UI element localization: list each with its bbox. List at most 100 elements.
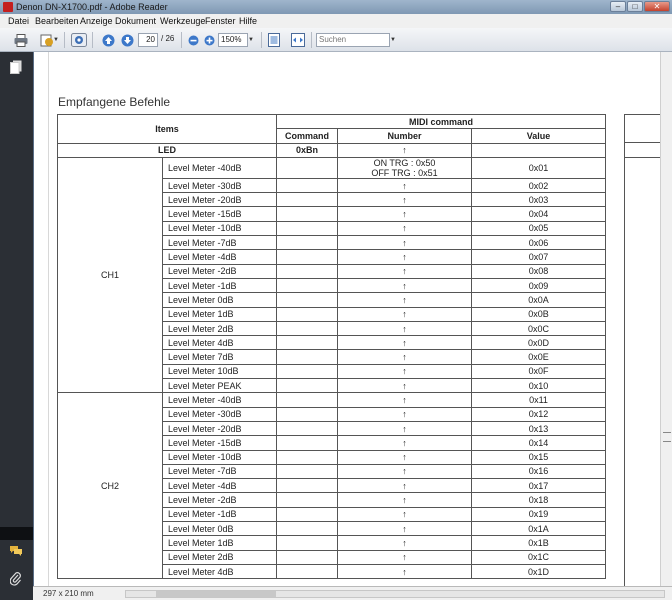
value-cell: 0x1A — [471, 521, 606, 537]
value-cell: 0x01 — [471, 156, 606, 179]
item-cell: Level Meter -1dB — [162, 277, 277, 294]
comments-icon[interactable] — [9, 545, 23, 559]
item-cell: Level Meter 7dB — [162, 349, 277, 365]
menu-werkzeuge[interactable]: Werkzeuge — [160, 16, 205, 26]
number-cell: ↑ — [337, 478, 472, 494]
collaborate-icon[interactable] — [70, 32, 88, 48]
item-cell: Level Meter -30dB — [162, 177, 277, 194]
number-cell: ↑ — [337, 363, 472, 380]
horizontal-scrollbar[interactable] — [125, 590, 665, 598]
table-row: CH1 Level Meter -40dB ON TRG : 0x50 OFF TRG… — [57, 156, 606, 394]
led-label: LED — [57, 142, 277, 158]
number-cell: ↑ — [337, 192, 472, 208]
next-page-table-edge — [624, 114, 660, 586]
number-cell: ↑ — [337, 378, 472, 394]
page-margin-line — [48, 52, 49, 586]
item-cell: Level Meter 2dB — [162, 320, 277, 337]
command-cell — [276, 235, 338, 251]
document-viewport[interactable]: Empfangene Befehle Items MIDI command Co… — [33, 52, 660, 586]
command-cell — [276, 521, 338, 537]
item-cell: Level Meter -4dB — [162, 249, 277, 265]
value-cell: 0x1D — [471, 563, 606, 580]
command-cell — [276, 435, 338, 451]
zoom-dropdown-icon[interactable]: ▼ — [247, 32, 255, 48]
command-cell — [276, 563, 338, 580]
value-cell: 0x04 — [471, 206, 606, 222]
menu-hilfe[interactable]: Hilfe — [239, 16, 257, 26]
command-cell — [276, 335, 338, 351]
channel-group-label: CH1 — [57, 156, 163, 394]
toolbar-separator — [181, 32, 182, 48]
value-cell: 0x07 — [471, 249, 606, 265]
menu-bearbeiten[interactable]: Bearbeiten — [35, 16, 79, 26]
command-cell — [276, 378, 338, 394]
fit-width-icon[interactable] — [289, 32, 307, 48]
led-row: LED 0xBn ↑ — [57, 142, 606, 158]
value-cell: 0x18 — [471, 492, 606, 508]
navigation-pane — [0, 52, 33, 600]
item-cell: Level Meter -1dB — [162, 506, 277, 523]
command-cell — [276, 249, 338, 265]
value-cell: 0x09 — [471, 277, 606, 294]
menu-datei[interactable]: Datei — [8, 16, 29, 26]
close-button[interactable]: ✕ — [644, 1, 670, 12]
value-cell: 0x15 — [471, 449, 606, 465]
header-command: Command — [276, 128, 338, 144]
page-total: / 26 — [161, 34, 175, 43]
attachments-icon[interactable] — [9, 572, 23, 586]
number-cell: ↑ — [337, 306, 472, 322]
export-dropdown-icon[interactable]: ▼ — [52, 32, 60, 48]
value-cell: 0x06 — [471, 235, 606, 251]
item-cell: Level Meter 4dB — [162, 563, 277, 580]
command-cell — [276, 420, 338, 437]
value-cell: 0x02 — [471, 177, 606, 194]
command-cell — [276, 506, 338, 523]
item-cell: Level Meter PEAK — [162, 378, 277, 394]
command-cell — [276, 192, 338, 208]
window-controls: – □ ✕ — [610, 1, 670, 12]
number-cell: ↑ — [337, 420, 472, 437]
toolbar: ▼ 20 / 26 150% ▼ Suchen ▼ — [0, 28, 672, 52]
horizontal-scroll-thumb[interactable] — [156, 591, 276, 597]
value-cell: 0x10 — [471, 378, 606, 394]
command-cell — [276, 220, 338, 237]
vertical-scrollbar[interactable] — [660, 52, 672, 586]
value-cell: 0x08 — [471, 263, 606, 279]
next-page-icon[interactable] — [118, 32, 136, 48]
scroll-splitter-grip[interactable] — [663, 432, 671, 442]
number-cell: ↑ — [337, 406, 472, 422]
print-icon[interactable] — [12, 32, 30, 48]
minimize-button[interactable]: – — [610, 1, 626, 12]
number-cell: ON TRG : 0x50 OFF TRG : 0x51 — [337, 156, 472, 179]
page-heading: Empfangene Befehle — [58, 95, 171, 109]
value-cell: 0x13 — [471, 420, 606, 437]
item-cell: Level Meter 4dB — [162, 335, 277, 351]
page-number-input[interactable]: 20 — [138, 33, 158, 47]
command-cell — [276, 463, 338, 480]
zoom-level-input[interactable]: 150% — [218, 33, 248, 47]
header-midi-command: MIDI command — [276, 113, 606, 130]
search-dropdown-icon[interactable]: ▼ — [389, 32, 397, 48]
search-input[interactable]: Suchen — [316, 33, 390, 47]
previous-page-icon[interactable] — [99, 32, 117, 48]
command-cell — [276, 156, 338, 179]
menu-anzeige[interactable]: Anzeige — [80, 16, 113, 26]
table-line — [625, 114, 660, 115]
command-cell — [276, 406, 338, 422]
command-cell — [276, 449, 338, 465]
item-cell: Level Meter -15dB — [162, 206, 277, 222]
menu-dokument[interactable]: Dokument — [115, 16, 156, 26]
command-cell — [276, 535, 338, 551]
pages-panel-icon[interactable] — [9, 60, 23, 74]
item-cell: Level Meter 2dB — [162, 549, 277, 565]
maximize-button[interactable]: □ — [627, 1, 643, 12]
toolbar-separator — [261, 32, 262, 48]
command-cell — [276, 306, 338, 322]
menu-fenster[interactable]: Fenster — [205, 16, 236, 26]
value-cell: 0x11 — [471, 392, 606, 408]
zoom-in-icon[interactable] — [200, 32, 218, 48]
fit-page-icon[interactable] — [265, 32, 283, 48]
number-cell: ↑ — [337, 335, 472, 351]
toolbar-separator — [64, 32, 65, 48]
number-cell: ↑ — [337, 263, 472, 279]
